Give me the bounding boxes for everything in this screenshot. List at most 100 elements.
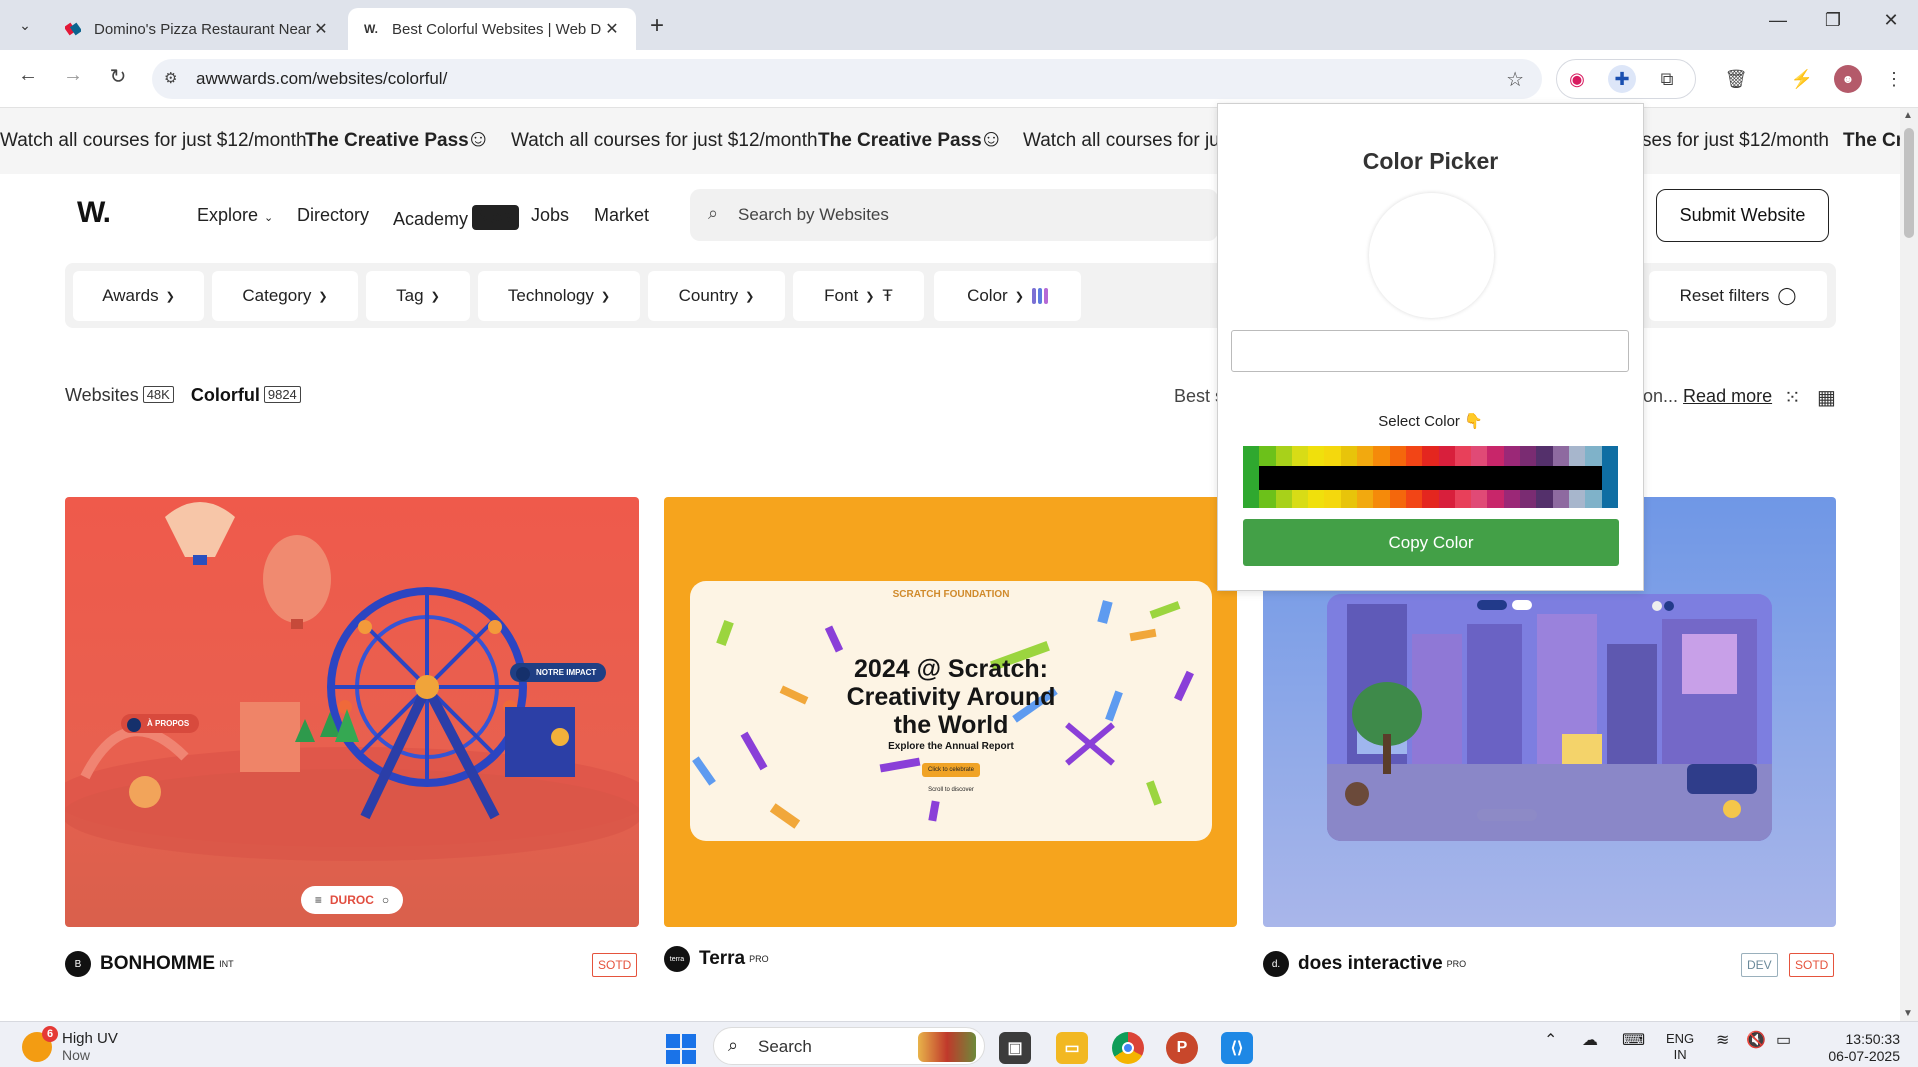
taskbar-search[interactable]: ⌕ Search xyxy=(713,1027,985,1065)
awwwards-logo[interactable]: W. xyxy=(77,196,111,230)
record-extension-icon[interactable]: ◉ xyxy=(1563,65,1591,93)
nav-directory[interactable]: Directory xyxy=(297,205,369,226)
new-badge: New xyxy=(472,205,520,230)
nav-explore[interactable]: Explore ⌄ xyxy=(197,205,273,226)
scroll-down-arrow-icon[interactable]: ▼ xyxy=(1903,1008,1913,1019)
card-meta-does-interactive[interactable]: d. does interactive PRO xyxy=(1263,951,1466,977)
profile-avatar[interactable]: ☻ xyxy=(1834,65,1862,93)
website-card-terra[interactable]: SCRATCH FOUNDATION 2024 @ Scratch: Creat… xyxy=(664,497,1237,927)
onedrive-icon[interactable]: ☁ xyxy=(1582,1030,1598,1050)
filter-tag[interactable]: Tag ❯ xyxy=(366,271,470,321)
extensions-icon[interactable]: ⧉ xyxy=(1653,65,1681,93)
filter-label: Awards xyxy=(102,286,159,305)
pointing-down-icon: 👇 xyxy=(1464,413,1483,430)
keyboard-icon[interactable]: ⌨ xyxy=(1622,1030,1645,1050)
sotd-badge: SOTD xyxy=(1789,953,1835,977)
crumb-websites[interactable]: Websites xyxy=(65,385,139,405)
marquee-text: The Creative Pass xyxy=(818,130,982,151)
powerpoint-icon[interactable]: P xyxy=(1166,1032,1198,1064)
forward-arrow-icon[interactable]: → xyxy=(58,64,88,87)
menu-lines-icon: ≡ xyxy=(314,893,322,907)
file-explorer-icon[interactable]: ▭ xyxy=(1056,1032,1088,1064)
chrome-icon[interactable] xyxy=(1112,1032,1144,1064)
read-more-link[interactable]: Read more xyxy=(1683,386,1772,406)
avatar: B xyxy=(65,951,91,977)
submit-website-button[interactable]: Submit Website xyxy=(1656,189,1829,242)
bonhomme-scene-illustration xyxy=(65,502,639,861)
lang-line1: ENG xyxy=(1666,1031,1695,1046)
battery-icon[interactable]: ▭ xyxy=(1776,1030,1791,1050)
tab-dominos[interactable]: Domino's Pizza Restaurant Near ✕ xyxy=(50,8,345,50)
chat-bubble-icon: ◯ xyxy=(1777,286,1797,305)
bookmark-star-icon[interactable]: ☆ xyxy=(1506,67,1524,92)
page-scrollbar[interactable]: ▲ ▼ xyxy=(1900,108,1918,1021)
site-name: Terra xyxy=(699,948,746,969)
nav-market[interactable]: Market xyxy=(594,205,649,226)
tab-awwwards[interactable]: W. Best Colorful Websites | Web De ✕ xyxy=(348,8,636,50)
omnibox[interactable]: ⚙ awwwards.com/websites/colorful/ ☆ xyxy=(152,59,1542,99)
scroll-up-arrow-icon[interactable]: ▲ xyxy=(1903,110,1913,121)
site-name: BONHOMME xyxy=(100,953,216,974)
filter-country[interactable]: Country ❯ xyxy=(648,271,785,321)
show-hidden-icons-icon[interactable]: ⌃ xyxy=(1544,1030,1557,1050)
language-indicator[interactable]: ENG IN xyxy=(1666,1031,1694,1063)
url-text[interactable]: awwwards.com/websites/colorful/ xyxy=(196,69,447,89)
grid-large-icon[interactable]: ▦ xyxy=(1817,385,1836,410)
tab-title: Best Colorful Websites | Web De xyxy=(392,20,602,38)
nav-academy[interactable]: Academy New xyxy=(393,205,520,230)
performance-icon[interactable]: ⚡ xyxy=(1788,65,1816,93)
wifi-icon[interactable]: ≋ xyxy=(1716,1030,1729,1050)
tab-close-icon[interactable]: ✕ xyxy=(602,19,622,39)
reload-icon[interactable]: ↻ xyxy=(103,64,133,89)
menu-kebab-icon[interactable]: ⋮ xyxy=(1880,65,1908,93)
copy-color-button[interactable]: Copy Color xyxy=(1243,519,1619,566)
filter-category[interactable]: Category ❯ xyxy=(212,271,358,321)
task-view-icon[interactable]: ▣ xyxy=(999,1032,1031,1064)
palette-swatch[interactable] xyxy=(1243,446,1260,508)
reset-filters-button[interactable]: Reset filters ◯ xyxy=(1649,271,1827,321)
filter-label: Font xyxy=(824,286,859,305)
windows-start-icon[interactable] xyxy=(666,1034,696,1064)
color-palette-strip[interactable] xyxy=(1243,446,1618,508)
site-settings-icon[interactable]: ⚙ xyxy=(164,69,177,87)
nav-jobs[interactable]: Jobs xyxy=(531,205,569,226)
marquee-text: The Cre xyxy=(1843,130,1900,151)
website-search-input[interactable]: ⌕ Search by Websites xyxy=(690,189,1218,241)
color-value-input[interactable] xyxy=(1231,330,1629,372)
card-meta-bonhomme[interactable]: B BONHOMME INT xyxy=(65,951,234,977)
scrollbar-thumb[interactable] xyxy=(1904,128,1914,238)
close-window-icon[interactable]: ✕ xyxy=(1876,10,1906,31)
restore-icon[interactable]: ❐ xyxy=(1818,10,1848,31)
card-meta-terra[interactable]: terra Terra PRO xyxy=(664,946,769,972)
filter-awards[interactable]: Awards ❯ xyxy=(73,271,204,321)
avatar: d. xyxy=(1263,951,1289,977)
volume-muted-icon[interactable]: 🔇 xyxy=(1746,1030,1766,1050)
filter-label: Tag xyxy=(396,286,424,305)
minimize-icon[interactable]: — xyxy=(1763,10,1793,31)
tab-close-icon[interactable]: ✕ xyxy=(311,19,331,39)
filter-font[interactable]: Font ❯ Ŧ xyxy=(793,271,924,321)
system-clock[interactable]: 13:50:33 06-07-2025 xyxy=(1818,1031,1900,1065)
tab-search-chevron-icon[interactable]: ⌄ xyxy=(12,12,38,38)
palette-swatch[interactable] xyxy=(1601,446,1618,508)
filter-label: Technology xyxy=(507,286,594,305)
back-arrow-icon[interactable]: ← xyxy=(13,64,43,87)
vscode-icon[interactable]: ⟨⟩ xyxy=(1221,1032,1253,1064)
marquee-text: Watch all courses for just $12/month xyxy=(511,130,818,151)
city-scene-preview xyxy=(1327,594,1772,841)
filter-technology[interactable]: Technology ❯ xyxy=(478,271,640,321)
grid-small-icon[interactable]: ⁙ xyxy=(1784,385,1801,410)
headline: 2024 @ Scratch: Creativity Around the Wo… xyxy=(846,655,1056,739)
new-tab-plus-icon[interactable]: + xyxy=(650,12,664,40)
filter-color[interactable]: Color ❯ xyxy=(934,271,1081,321)
weather-sub: Now xyxy=(62,1047,91,1063)
awwwards-favicon-icon: W. xyxy=(364,22,378,36)
puzzle-extension-icon[interactable]: ✚ xyxy=(1608,65,1636,93)
color-swatches-icon xyxy=(1031,288,1048,304)
breadcrumb: Websites 48K Colorful 9824 xyxy=(65,385,301,406)
palette-selection-bar[interactable] xyxy=(1259,466,1602,490)
website-card-bonhomme[interactable]: NOTRE IMPACT À PROPOS ≡ DUROC ○ xyxy=(65,497,639,927)
weather-widget[interactable]: 6 High UV Now xyxy=(22,1026,118,1064)
trash-icon[interactable]: 🗑 xyxy=(1722,65,1750,93)
level-badge: INT xyxy=(219,959,234,969)
